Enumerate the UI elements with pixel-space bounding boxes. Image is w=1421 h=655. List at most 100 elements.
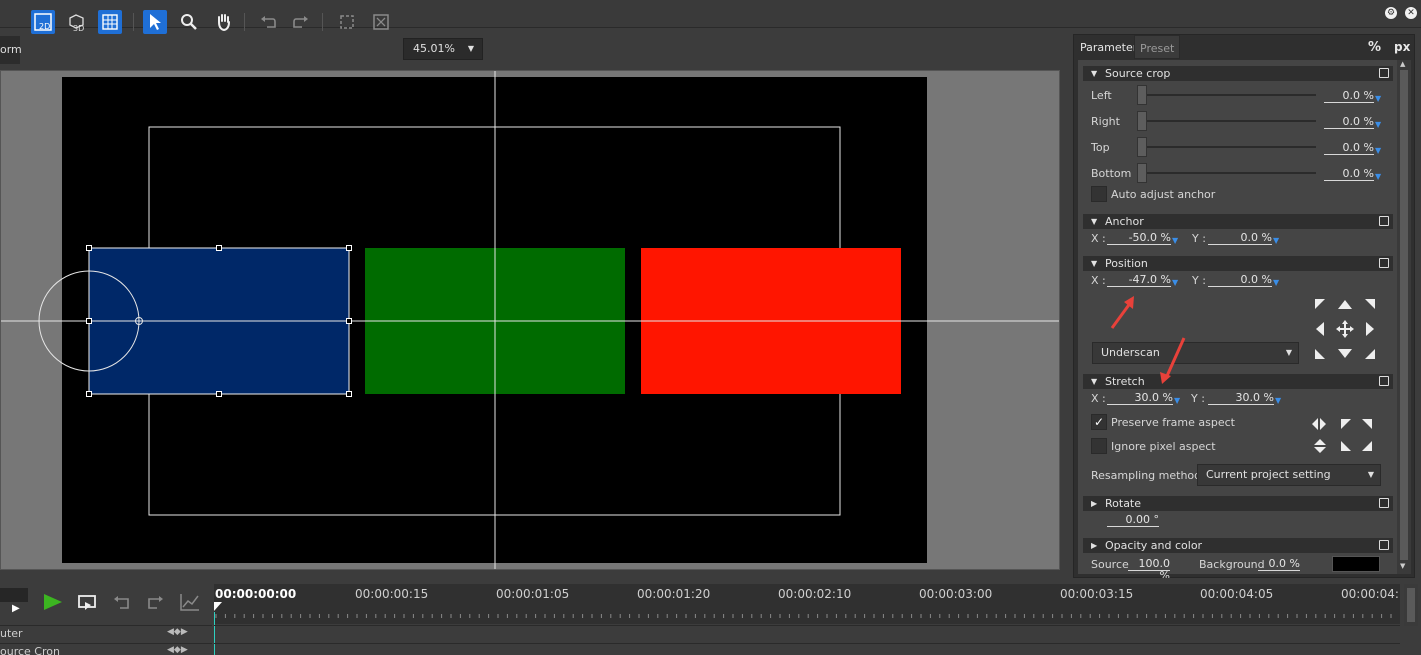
reset-icon[interactable] (1379, 376, 1389, 386)
handle-top (216, 245, 222, 251)
timeline-undo-button[interactable] (112, 593, 134, 613)
rotate-value[interactable]: 0.00 ° (1107, 514, 1159, 527)
crop-top-slider-track[interactable] (1142, 146, 1316, 148)
source-opacity-label: Source (1091, 558, 1129, 571)
anchor-y-label: Y : (1192, 232, 1206, 245)
zoom-select[interactable]: 45.01% ▼ (403, 38, 483, 60)
crop-top-slider-knob[interactable] (1137, 137, 1147, 157)
background-opacity-value[interactable]: 0.0 % (1258, 558, 1300, 571)
background-color-swatch[interactable] (1332, 556, 1380, 572)
loop-play-button[interactable] (77, 593, 99, 613)
tab-preset[interactable]: Preset (1134, 35, 1181, 59)
chevron-down-icon[interactable]: ▼ (1172, 236, 1178, 245)
anchor-y-value[interactable]: 0.0 % (1208, 232, 1272, 245)
redo-button[interactable] (289, 10, 313, 34)
crop-right-value[interactable]: 0.0 % (1324, 116, 1374, 129)
position-x-label: X : (1091, 274, 1106, 287)
anchor-x-value[interactable]: -50.0 % (1107, 232, 1171, 245)
scroll-thumb[interactable] (1400, 70, 1408, 560)
reset-icon[interactable] (1379, 258, 1389, 268)
preview-viewport[interactable] (0, 70, 1060, 570)
position-header[interactable]: ▼ Position (1083, 256, 1393, 271)
timeline-zoom-slider[interactable] (0, 588, 28, 602)
crop-left-slider-knob[interactable] (1137, 85, 1147, 105)
panel-scrollbar[interactable]: ▲ ▼ (1397, 60, 1411, 574)
ignore-pixel-aspect-label: Ignore pixel aspect (1111, 440, 1216, 453)
unit-percent[interactable]: % (1368, 40, 1381, 55)
opacity-color-header[interactable]: ▶ Opacity and color (1083, 538, 1393, 553)
chevron-down-icon[interactable]: ▼ (1375, 172, 1381, 181)
auto-adjust-anchor-label: Auto adjust anchor (1111, 188, 1216, 201)
track-label: ource Cron (0, 645, 60, 655)
rotate-header[interactable]: ▶ Rotate (1083, 496, 1393, 511)
chevron-down-icon[interactable]: ▼ (1375, 146, 1381, 155)
align-top-right-icon (1365, 299, 1375, 309)
playhead-line (214, 612, 215, 655)
stretch-y-value[interactable]: 30.0 % (1208, 392, 1274, 405)
timeline-scroll-track[interactable] (1404, 584, 1418, 626)
keyframe-nav-icon[interactable]: ◀◆▶ (167, 645, 188, 655)
chevron-down-icon[interactable]: ▼ (1273, 236, 1279, 245)
timeline-redo-button[interactable] (145, 593, 167, 613)
crop-right-slider-track[interactable] (1142, 120, 1316, 122)
select-tool-button[interactable] (143, 10, 167, 34)
handle-bottom-right (346, 391, 352, 397)
crop-top-value[interactable]: 0.0 % (1324, 142, 1374, 155)
grid-button[interactable] (98, 10, 122, 34)
crop-left-value[interactable]: 0.0 % (1324, 90, 1374, 103)
mode-tab[interactable]: orm (0, 36, 22, 64)
stretch-x-value[interactable]: 30.0 % (1107, 392, 1173, 405)
position-y-value[interactable]: 0.0 % (1208, 274, 1272, 287)
source-crop-header[interactable]: ▼ Source crop (1083, 66, 1393, 81)
track-row[interactable]: uter ◀◆▶ (0, 625, 212, 643)
play-small-icon[interactable]: ▶ (12, 603, 20, 614)
crop-bottom-slider-track[interactable] (1142, 172, 1316, 174)
anchor-x-label: X : (1091, 232, 1106, 245)
reset-icon[interactable] (1379, 498, 1389, 508)
chevron-down-icon[interactable]: ▼ (1174, 396, 1180, 405)
play-button[interactable] (42, 592, 64, 612)
ignore-pixel-aspect-checkbox[interactable] (1091, 438, 1107, 454)
handle-left (86, 318, 92, 324)
chevron-down-icon[interactable]: ▼ (1375, 120, 1381, 129)
settings-icon[interactable]: ⚙ (1385, 7, 1397, 19)
chevron-down-icon[interactable]: ▼ (1275, 396, 1281, 405)
chevron-down-icon[interactable]: ▼ (1273, 278, 1279, 287)
chevron-down-icon[interactable]: ▼ (1172, 278, 1178, 287)
position-x-value[interactable]: -47.0 % (1107, 274, 1171, 287)
crop-left-slider-track[interactable] (1142, 94, 1316, 96)
reset-icon[interactable] (1379, 68, 1389, 78)
zoom-tool-button[interactable] (177, 10, 201, 34)
view-3d-button[interactable]: 3D (65, 10, 89, 34)
crop-bottom-slider-knob[interactable] (1137, 163, 1147, 183)
fit-frame-button[interactable] (335, 10, 359, 34)
track-row[interactable]: ource Cron ◀◆▶ (0, 643, 212, 655)
preserve-frame-aspect-checkbox[interactable]: ✓ (1091, 414, 1107, 430)
auto-adjust-anchor-checkbox[interactable] (1091, 186, 1107, 202)
scroll-down-icon[interactable]: ▼ (1400, 562, 1405, 570)
undo-button[interactable] (256, 10, 280, 34)
keyframe-nav-icon[interactable]: ◀◆▶ (167, 627, 188, 637)
tab-parameter[interactable]: Parameter (1075, 35, 1143, 59)
resampling-method-select[interactable]: Current project setting ▼ (1197, 464, 1381, 486)
close-icon[interactable]: ✕ (1405, 7, 1417, 19)
timeline-scroll-thumb[interactable] (1407, 588, 1415, 622)
align-left-icon (1316, 322, 1324, 336)
fill-frame-icon (373, 14, 389, 30)
scroll-up-icon[interactable]: ▲ (1400, 60, 1405, 68)
crop-right-slider-knob[interactable] (1137, 111, 1147, 131)
unit-pixels[interactable]: px (1394, 40, 1410, 54)
reset-icon[interactable] (1379, 216, 1389, 226)
crop-bottom-value[interactable]: 0.0 % (1324, 168, 1374, 181)
reset-icon[interactable] (1379, 540, 1389, 550)
fill-frame-button[interactable] (369, 10, 393, 34)
view-3d-icon: 3D (69, 14, 84, 32)
anchor-header[interactable]: ▼ Anchor (1083, 214, 1393, 229)
view-2d-button[interactable]: 2D (31, 10, 55, 34)
hand-tool-button[interactable] (212, 10, 236, 34)
source-opacity-value[interactable]: 100.0 % (1128, 558, 1170, 582)
svg-text:2D: 2D (39, 22, 50, 31)
position-title: Position (1105, 257, 1148, 270)
chevron-down-icon[interactable]: ▼ (1375, 94, 1381, 103)
keyframe-graph-button[interactable] (179, 592, 201, 612)
